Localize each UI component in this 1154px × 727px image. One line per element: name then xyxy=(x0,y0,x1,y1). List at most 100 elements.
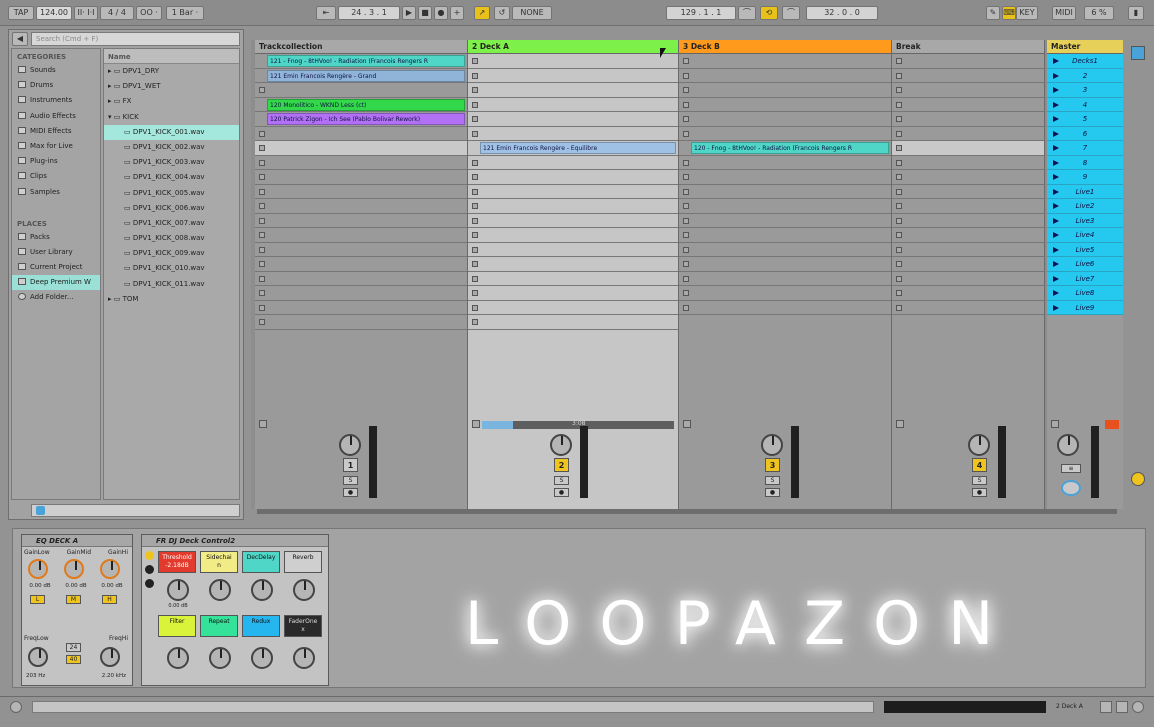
stop-button-icon[interactable] xyxy=(472,319,478,325)
computer-keyboard-icon[interactable]: ⌨ xyxy=(1002,6,1016,20)
clip-slot[interactable] xyxy=(468,286,678,301)
scene-launch[interactable]: Live1 xyxy=(1047,184,1123,199)
clip-slot[interactable] xyxy=(679,127,891,141)
scene-play-icon[interactable] xyxy=(1053,101,1059,108)
clip-slot[interactable] xyxy=(255,228,467,243)
gain-low-knob[interactable] xyxy=(28,559,48,579)
category-instruments[interactable]: Instruments xyxy=(12,93,100,108)
clip-slot[interactable] xyxy=(892,127,1044,141)
clip-slot[interactable] xyxy=(892,112,1044,127)
track-stop-icon[interactable] xyxy=(683,420,691,428)
clip-slot[interactable] xyxy=(255,315,467,330)
volume-meter[interactable] xyxy=(369,426,377,498)
stop-button-icon[interactable] xyxy=(683,188,689,195)
clip-playing[interactable]: 121 Emin Francois Rengère - Equilibre xyxy=(480,142,676,154)
macro-reverb[interactable]: Reverb xyxy=(284,551,322,573)
clip-slot[interactable] xyxy=(468,156,678,170)
clip-slot[interactable] xyxy=(679,98,891,112)
stop-button-icon[interactable] xyxy=(259,290,265,296)
clip-slot[interactable] xyxy=(255,257,467,272)
stop-button-icon[interactable] xyxy=(896,232,902,238)
track-title[interactable]: Break xyxy=(892,40,1044,54)
stop-button-icon[interactable] xyxy=(896,72,902,79)
stop-button-icon[interactable] xyxy=(472,174,478,180)
scene-play-icon[interactable] xyxy=(1053,145,1059,151)
browser-toggle-icon[interactable]: ◀ xyxy=(12,32,28,46)
clip[interactable]: 121 Emin Francois Rengère - Grand xyxy=(267,69,465,82)
volume-meter[interactable] xyxy=(580,426,588,498)
stop-button-icon[interactable] xyxy=(472,290,478,296)
clip-slot[interactable]: 120 Patrick Zigon - Ich See (Pablo Boliv… xyxy=(255,112,467,127)
macro-knob-3[interactable] xyxy=(251,579,273,601)
freq-low-knob[interactable] xyxy=(28,647,48,667)
clip-slot[interactable] xyxy=(679,83,891,98)
stop-button-icon[interactable] xyxy=(259,246,265,253)
clip-slot[interactable] xyxy=(468,170,678,185)
follow-button[interactable]: OO · xyxy=(136,6,162,20)
stop-button-icon[interactable] xyxy=(683,58,689,64)
scene-launch[interactable]: 4 xyxy=(1047,97,1123,112)
hi-on-button[interactable]: H xyxy=(102,595,117,604)
arm-button[interactable]: ● xyxy=(765,488,780,497)
clip-slot[interactable] xyxy=(468,54,678,69)
macro-threshold[interactable]: Threshold -2.18dB xyxy=(158,551,196,573)
clip-slot[interactable] xyxy=(255,170,467,185)
stop-button-icon[interactable] xyxy=(683,246,689,253)
clip-slot[interactable] xyxy=(468,272,678,286)
clip-slot[interactable] xyxy=(679,54,891,69)
folder-kick[interactable]: ▾ ▭ KICK xyxy=(104,110,239,125)
scene-launch[interactable]: Live4 xyxy=(1047,228,1123,243)
stop-button-icon[interactable] xyxy=(472,203,478,209)
stop-button-icon[interactable] xyxy=(896,304,902,311)
status-left-icon[interactable] xyxy=(10,701,22,713)
stop-all-clips-icon[interactable] xyxy=(1051,420,1059,428)
track-stop-icon[interactable] xyxy=(259,420,267,428)
clip-slot[interactable] xyxy=(255,141,467,156)
macro-redux[interactable]: Redux xyxy=(242,615,280,637)
clip-slot[interactable] xyxy=(892,214,1044,228)
folder-dpv1-dry[interactable]: ▸ ▭ DPV1_DRY xyxy=(104,64,239,79)
clip-slot[interactable] xyxy=(255,272,467,286)
scene-launch[interactable]: Live6 xyxy=(1047,257,1123,272)
clip-slot[interactable]: 121 - Fnog - 8tHVoo! - Radiation (Franco… xyxy=(255,54,467,69)
stop-button-icon[interactable] xyxy=(259,145,265,151)
stop-button-icon[interactable] xyxy=(896,174,902,180)
stop-button-icon[interactable] xyxy=(259,130,265,137)
file-kick-008[interactable]: ▭ DPV1_KICK_008.wav xyxy=(104,231,239,246)
stop-button-icon[interactable] xyxy=(259,217,265,224)
midi-map-button[interactable]: MIDI xyxy=(1052,6,1076,20)
pan-knob[interactable] xyxy=(339,434,361,456)
clip-slot[interactable] xyxy=(892,83,1044,98)
clip-slot[interactable] xyxy=(892,54,1044,69)
clip-slot[interactable] xyxy=(468,301,678,315)
stop-button-icon[interactable] xyxy=(472,304,478,311)
io-toggle-icon[interactable] xyxy=(1131,472,1145,486)
clip-slot[interactable]: 121 Emin Francois Rengère - Equilibre xyxy=(468,141,678,156)
master-volume-meter[interactable] xyxy=(1091,426,1099,498)
scene-play-icon[interactable] xyxy=(1053,203,1059,209)
stop-button-icon[interactable] xyxy=(683,87,689,93)
category-samples[interactable]: Samples xyxy=(12,185,100,200)
stop-button-icon[interactable] xyxy=(472,188,478,195)
track-title[interactable]: Trackcollection xyxy=(255,40,467,54)
rack-macro-icon[interactable] xyxy=(145,579,154,588)
clip-slot[interactable] xyxy=(892,199,1044,214)
clip-slot[interactable] xyxy=(468,83,678,98)
clip-slot[interactable] xyxy=(892,185,1044,199)
scene-play-icon[interactable] xyxy=(1053,58,1059,64)
scene-launch[interactable]: 2 xyxy=(1047,68,1123,83)
clip-slot[interactable]: 121 Emin Francois Rengère - Grand xyxy=(255,69,467,83)
automation-arm-icon[interactable]: ↗ xyxy=(474,6,490,20)
stop-button-icon[interactable] xyxy=(896,159,902,166)
macro-knob-1[interactable] xyxy=(167,579,189,601)
session-toggle-icon[interactable] xyxy=(1116,701,1128,713)
stop-button-icon[interactable] xyxy=(472,232,478,238)
clip-slot[interactable] xyxy=(255,199,467,214)
metronome-button[interactable]: NONE xyxy=(512,6,552,20)
session-horizontal-scrollbar[interactable] xyxy=(257,509,1117,514)
stop-button-icon[interactable] xyxy=(896,130,902,137)
clip-slot[interactable] xyxy=(679,156,891,170)
stop-button-icon[interactable] xyxy=(259,275,265,282)
track-activator[interactable]: 1 xyxy=(343,458,358,472)
stop-button-icon[interactable] xyxy=(259,188,265,195)
